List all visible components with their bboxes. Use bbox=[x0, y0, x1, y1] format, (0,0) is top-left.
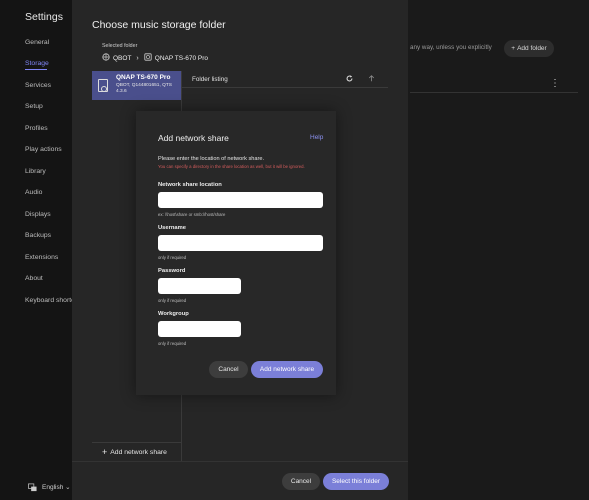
cancel-button[interactable]: Cancel bbox=[282, 473, 320, 490]
location-hint: ex: \\host\share or smb://host/share bbox=[158, 212, 226, 217]
password-input[interactable] bbox=[158, 278, 241, 294]
add-network-share-button[interactable]: Add network share bbox=[251, 361, 323, 378]
arrow-up-icon[interactable] bbox=[368, 75, 375, 84]
dialog-title: Choose music storage folder bbox=[92, 19, 226, 31]
add-network-share-label: Add network share bbox=[110, 448, 167, 456]
language-icon bbox=[28, 483, 37, 492]
sidebar-item-general[interactable]: General bbox=[25, 39, 49, 46]
sidebar-item-services[interactable]: Services bbox=[25, 82, 51, 89]
sidebar-item-profiles[interactable]: Profiles bbox=[25, 125, 48, 132]
location-label: Network share location bbox=[158, 182, 222, 188]
settings-title: Settings bbox=[25, 11, 63, 23]
sidebar-item-backups[interactable]: Backups bbox=[25, 232, 51, 239]
selected-folder-label: Selected folder bbox=[102, 43, 138, 49]
settings-sidebar: Settings General Storage Services Setup … bbox=[0, 0, 78, 500]
network-icon bbox=[102, 53, 110, 63]
workgroup-hint: only if required bbox=[158, 341, 187, 346]
sidebar-item-play-actions[interactable]: Play actions bbox=[25, 146, 62, 153]
sidebar-item-keyboard-shortcuts[interactable]: Keyboard shortcu bbox=[25, 297, 78, 304]
breadcrumb: QBOT › QNAP TS-670 Pro bbox=[102, 53, 208, 63]
nas-icon bbox=[98, 79, 108, 92]
add-network-share-dialog: Add network share Help Please enter the … bbox=[136, 111, 336, 395]
breadcrumb-item-qbot[interactable]: QBOT bbox=[113, 55, 131, 62]
device-details: QBOT, Q144801651, QTS 4.3.6 bbox=[116, 83, 172, 94]
password-label: Password bbox=[158, 268, 186, 274]
add-folder-button[interactable]: + Add folder bbox=[504, 40, 554, 57]
dialog-title: Add network share bbox=[158, 133, 229, 143]
folder-listing-header: Folder listing bbox=[182, 71, 388, 88]
sidebar-item-displays[interactable]: Displays bbox=[25, 211, 51, 218]
language-label: English ⌄ bbox=[42, 484, 71, 491]
sidebar-item-setup[interactable]: Setup bbox=[25, 103, 43, 110]
username-label: Username bbox=[158, 225, 187, 231]
sidebar-item-library[interactable]: Library bbox=[25, 168, 46, 175]
instruction-text: Please enter the location of network sha… bbox=[158, 156, 265, 162]
cancel-button[interactable]: Cancel bbox=[209, 361, 248, 378]
add-folder-label: Add folder bbox=[517, 45, 547, 52]
username-hint: only if required bbox=[158, 255, 187, 260]
nas-icon bbox=[144, 53, 152, 63]
workgroup-input[interactable] bbox=[158, 321, 241, 337]
divider bbox=[92, 442, 181, 443]
sidebar-item-about[interactable]: About bbox=[25, 275, 43, 282]
warning-text: You can specify a directory in the share… bbox=[158, 164, 305, 169]
workgroup-label: Workgroup bbox=[158, 311, 189, 317]
device-name: QNAP TS-670 Pro bbox=[116, 74, 171, 81]
divider bbox=[410, 92, 578, 93]
device-item[interactable]: QNAP TS-670 Pro QBOT, Q144801651, QTS 4.… bbox=[92, 71, 181, 100]
password-hint: only if required bbox=[158, 298, 187, 303]
add-network-share-link[interactable]: + Add network share bbox=[102, 447, 167, 457]
chevron-right-icon: › bbox=[136, 54, 139, 62]
storage-description-text: any way, unless you explicitly bbox=[410, 44, 492, 51]
username-input[interactable] bbox=[158, 235, 323, 251]
breadcrumb-item-nas[interactable]: QNAP TS-670 Pro bbox=[155, 55, 208, 62]
sidebar-item-extensions[interactable]: Extensions bbox=[25, 254, 58, 261]
more-options-icon[interactable]: ⋮ bbox=[550, 78, 560, 89]
network-share-location-input[interactable] bbox=[158, 192, 323, 208]
help-link[interactable]: Help bbox=[310, 134, 323, 141]
plus-icon: + bbox=[511, 45, 516, 52]
sidebar-item-audio[interactable]: Audio bbox=[25, 189, 42, 196]
active-nav-indicator bbox=[25, 69, 47, 70]
folder-listing-label: Folder listing bbox=[192, 76, 228, 83]
plus-icon: + bbox=[102, 447, 108, 457]
divider bbox=[72, 461, 408, 462]
sidebar-item-storage[interactable]: Storage bbox=[25, 60, 49, 67]
refresh-icon[interactable] bbox=[346, 75, 353, 84]
select-folder-button[interactable]: Select this folder bbox=[323, 473, 389, 490]
